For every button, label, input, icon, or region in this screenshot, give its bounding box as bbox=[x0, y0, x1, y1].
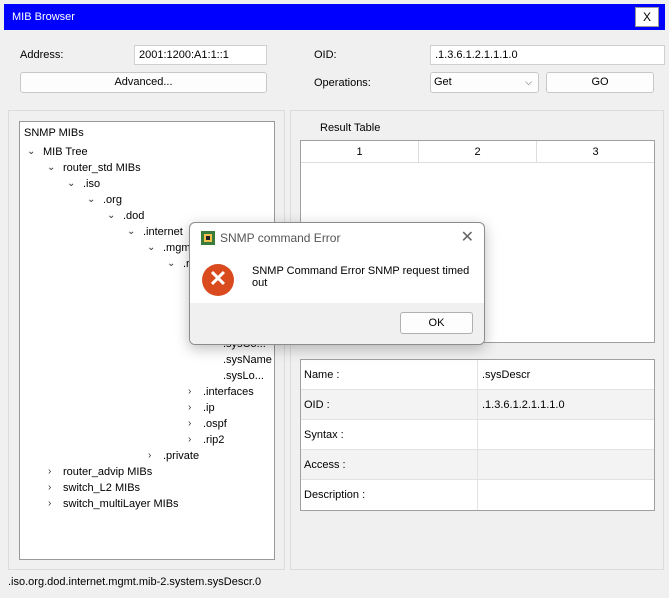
chevron-down-icon[interactable]: ⌄ bbox=[27, 145, 35, 159]
chevron-down-icon[interactable]: ⌄ bbox=[167, 257, 175, 271]
tree-node[interactable]: .iso bbox=[83, 177, 100, 191]
info-key: OID : bbox=[304, 390, 478, 420]
info-row: Description : bbox=[301, 480, 654, 510]
chevron-down-icon[interactable]: ⌄ bbox=[107, 209, 115, 223]
tree-node[interactable]: router_advip MIBs bbox=[63, 465, 152, 479]
operations-select[interactable]: Get ⌵ bbox=[430, 72, 539, 93]
dialog-title: SNMP command Error bbox=[220, 231, 341, 245]
oid-input[interactable]: .1.3.6.1.2.1.1.1.0 bbox=[430, 45, 665, 65]
chevron-down-icon[interactable]: ⌄ bbox=[147, 241, 155, 255]
info-value: .sysDescr bbox=[482, 369, 531, 381]
tree-node[interactable]: .ip bbox=[203, 401, 215, 415]
result-column-header[interactable]: 3 bbox=[537, 141, 654, 163]
tree-root-label: SNMP MIBs bbox=[24, 127, 84, 139]
address-input[interactable]: 2001:1200:A1:1::1 bbox=[134, 45, 267, 65]
operations-value: Get bbox=[434, 76, 452, 88]
info-table: Name : .sysDescr OID : .1.3.6.1.2.1.1.1.… bbox=[300, 359, 655, 511]
info-key: Access : bbox=[304, 450, 478, 480]
tree-node[interactable]: .sysLo... bbox=[223, 369, 264, 383]
close-icon[interactable]: ✕ bbox=[461, 227, 474, 247]
chevron-right-icon[interactable]: › bbox=[48, 481, 51, 495]
tree-node[interactable]: .ospf bbox=[203, 417, 227, 431]
info-key: Name : bbox=[304, 360, 478, 390]
status-path: .iso.org.dod.internet.mgmt.mib-2.system.… bbox=[8, 576, 262, 588]
chevron-right-icon[interactable]: › bbox=[188, 401, 191, 415]
app-icon bbox=[201, 231, 215, 245]
chevron-down-icon[interactable]: ⌄ bbox=[67, 177, 75, 191]
chevron-right-icon[interactable]: › bbox=[188, 417, 191, 431]
chevron-right-icon[interactable]: › bbox=[48, 497, 51, 511]
go-button[interactable]: GO bbox=[546, 72, 654, 93]
result-column-header[interactable]: 1 bbox=[301, 141, 419, 163]
result-column-header[interactable]: 2 bbox=[419, 141, 537, 163]
chevron-down-icon[interactable]: ⌄ bbox=[47, 161, 55, 175]
chevron-right-icon[interactable]: › bbox=[48, 465, 51, 479]
info-row: Syntax : bbox=[301, 420, 654, 450]
result-table-title: Result Table bbox=[320, 122, 381, 134]
address-label: Address: bbox=[20, 49, 64, 61]
error-dialog: SNMP command Error ✕ ✕ SNMP Command Erro… bbox=[189, 222, 485, 345]
error-icon: ✕ bbox=[202, 264, 234, 296]
chevron-down-icon: ⌵ bbox=[525, 77, 532, 87]
tree-node[interactable]: switch_L2 MIBs bbox=[63, 481, 140, 495]
info-key: Syntax : bbox=[304, 420, 478, 450]
info-key: Description : bbox=[304, 480, 478, 510]
chevron-right-icon[interactable]: › bbox=[188, 385, 191, 399]
chevron-down-icon[interactable]: ⌄ bbox=[87, 193, 95, 207]
window-close-button[interactable]: X bbox=[635, 7, 659, 27]
ok-button[interactable]: OK bbox=[400, 312, 473, 334]
tree-node[interactable]: MIB Tree bbox=[43, 145, 88, 159]
info-row: Name : .sysDescr bbox=[301, 360, 654, 390]
window-titlebar: MIB Browser X bbox=[4, 4, 665, 30]
window-title: MIB Browser bbox=[12, 11, 75, 23]
tree-node[interactable]: .rip2 bbox=[203, 433, 224, 447]
chevron-right-icon[interactable]: › bbox=[148, 449, 151, 463]
advanced-button[interactable]: Advanced... bbox=[20, 72, 267, 93]
info-row: OID : .1.3.6.1.2.1.1.1.0 bbox=[301, 390, 654, 420]
operations-label: Operations: bbox=[314, 77, 371, 89]
tree-node[interactable]: switch_multiLayer MIBs bbox=[63, 497, 179, 511]
tree-node[interactable]: .sysName bbox=[223, 353, 272, 367]
info-value: .1.3.6.1.2.1.1.1.0 bbox=[482, 399, 565, 411]
dialog-footer: OK bbox=[190, 303, 484, 344]
tree-node[interactable]: .dod bbox=[123, 209, 144, 223]
chevron-right-icon[interactable]: › bbox=[188, 433, 191, 447]
tree-node[interactable]: router_std MIBs bbox=[63, 161, 141, 175]
tree-node[interactable]: .internet bbox=[143, 225, 183, 239]
info-row: Access : bbox=[301, 450, 654, 480]
tree-node[interactable]: .org bbox=[103, 193, 122, 207]
tree-node[interactable]: .private bbox=[163, 449, 199, 463]
oid-label: OID: bbox=[314, 49, 337, 61]
chevron-down-icon[interactable]: ⌄ bbox=[127, 225, 135, 239]
dialog-message: SNMP Command Error SNMP request timed ou… bbox=[252, 265, 470, 289]
tree-node[interactable]: .interfaces bbox=[203, 385, 254, 399]
